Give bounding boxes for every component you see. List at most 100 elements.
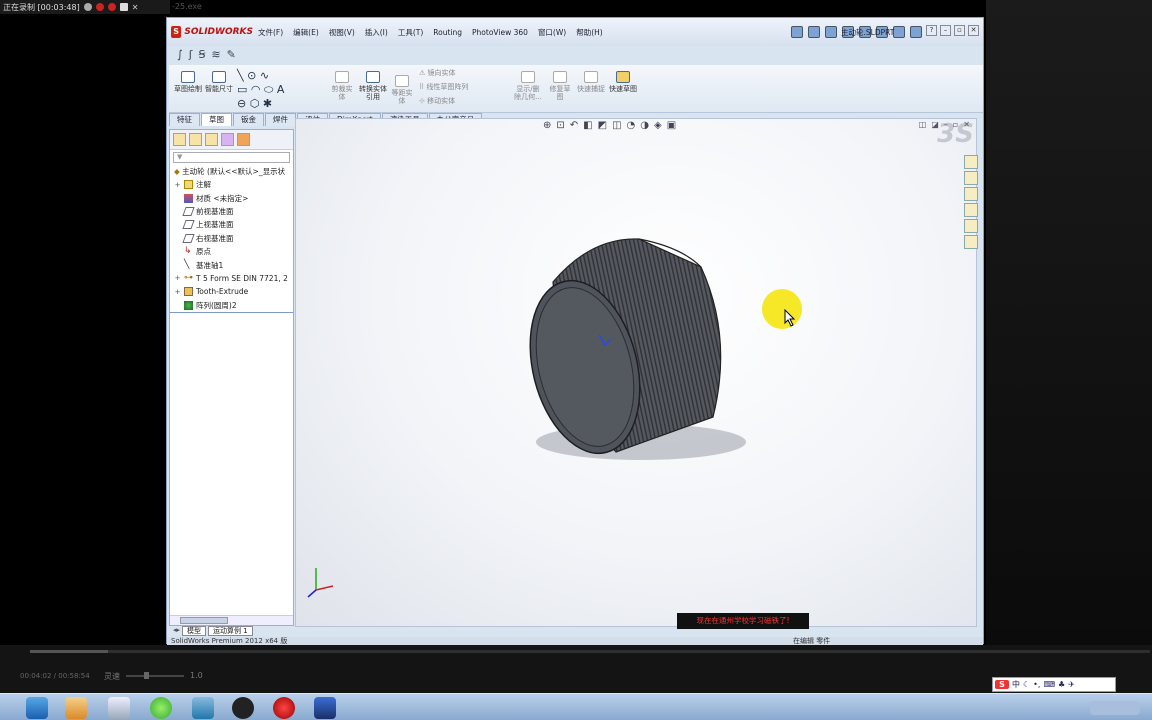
options-icon[interactable] bbox=[910, 26, 922, 38]
zoom-to-fit-icon[interactable]: ⊕ bbox=[543, 120, 551, 131]
text-icon[interactable]: A bbox=[277, 83, 285, 96]
display-relations-button[interactable]: 显示/删除几何... bbox=[513, 71, 543, 101]
tree-root[interactable]: ◆ 主动轮 (默认<<默认>_显示状 bbox=[170, 165, 293, 178]
tree-item-circular-pattern[interactable]: 阵列(圆周)2 bbox=[174, 299, 293, 312]
solidworks-task-icon[interactable] bbox=[232, 697, 254, 719]
point-icon[interactable]: ✱ bbox=[263, 97, 272, 110]
mirror-entities-button[interactable]: ⚠ 镜向实体 bbox=[419, 69, 499, 77]
tab-nav-icon[interactable]: ◂▸ bbox=[173, 626, 180, 636]
convert-entities-button[interactable]: 转换实体引用 bbox=[359, 71, 387, 101]
style-spline-icon[interactable]: ≋ bbox=[211, 48, 220, 61]
viewport-tile-icon[interactable]: ◪ bbox=[931, 120, 939, 129]
spline-icon[interactable]: ∫ bbox=[177, 48, 183, 61]
playback-track[interactable] bbox=[30, 650, 1150, 653]
tree-item-tooth-extrude[interactable]: + Tooth-Extrude bbox=[174, 285, 293, 298]
section-view-icon[interactable]: ◧ bbox=[583, 120, 592, 131]
tab-features[interactable]: 特征 bbox=[169, 113, 200, 126]
explorer-icon[interactable] bbox=[108, 697, 130, 719]
tab-sheet-metal[interactable]: 钣金 bbox=[233, 113, 264, 126]
appearance-icon[interactable]: ◑ bbox=[640, 120, 649, 131]
scroll-thumb[interactable] bbox=[180, 617, 228, 624]
sogou-icon[interactable]: S bbox=[995, 680, 1009, 689]
windows-start-icon[interactable] bbox=[26, 697, 48, 719]
trim-button[interactable]: 剪裁实体 bbox=[329, 71, 355, 101]
speed-slider-knob[interactable] bbox=[144, 672, 149, 679]
spline-draw-icon[interactable]: ∿ bbox=[260, 69, 269, 82]
design-library-icon[interactable] bbox=[964, 171, 978, 185]
menu-window[interactable]: 窗口(W) bbox=[533, 27, 571, 38]
menu-tools[interactable]: 工具(T) bbox=[393, 27, 428, 38]
close-icon[interactable]: ✕ bbox=[132, 3, 139, 12]
ellipse-icon[interactable]: ⬭ bbox=[264, 83, 273, 96]
pen-icon[interactable] bbox=[83, 3, 92, 11]
tree-item-front-plane[interactable]: 前视基准面 bbox=[174, 205, 293, 218]
film-icon[interactable] bbox=[314, 697, 336, 719]
viewport-restore-icon[interactable]: ▫ bbox=[953, 120, 958, 129]
circle-icon[interactable]: ⊙ bbox=[247, 69, 256, 82]
menu-file[interactable]: 文件(F) bbox=[253, 27, 288, 38]
custom-properties-icon[interactable] bbox=[964, 235, 978, 249]
rollback-bar[interactable] bbox=[170, 312, 293, 313]
tree-item-axis[interactable]: ╲ 基准轴1 bbox=[174, 258, 293, 271]
tab-motion-study[interactable]: 运动算例 1 bbox=[208, 626, 253, 636]
open-icon[interactable] bbox=[808, 26, 820, 38]
sketch-tool-icon[interactable]: ✎ bbox=[227, 48, 236, 61]
ime-skin-icon[interactable]: ♣ bbox=[1058, 680, 1065, 689]
rebuild-icon[interactable] bbox=[893, 26, 905, 38]
ime-settings-icon[interactable]: ✈ bbox=[1068, 680, 1075, 689]
tree-item-library-feature[interactable]: + ⊶ T 5 Form SE DIN 7721, 2 bbox=[174, 272, 293, 285]
arc-icon[interactable]: ◠ bbox=[251, 83, 261, 96]
offset-button[interactable]: 等距实体 bbox=[389, 75, 415, 105]
tab-sketch[interactable]: 草图 bbox=[201, 113, 232, 126]
view-settings-icon[interactable]: ▣ bbox=[667, 120, 676, 131]
move-entities-button[interactable]: ⊹ 移动实体 bbox=[419, 97, 499, 105]
view-palette-icon[interactable] bbox=[964, 203, 978, 217]
help-icon[interactable]: ? bbox=[926, 25, 937, 36]
feature-tree-tab-icon[interactable] bbox=[173, 133, 186, 146]
tree-filter-input[interactable]: ▼ bbox=[173, 152, 290, 163]
slot-icon[interactable]: ⊖ bbox=[237, 97, 246, 110]
sketch-button[interactable]: 草图绘制 bbox=[174, 71, 202, 93]
media-player-icon[interactable] bbox=[65, 697, 87, 719]
menu-routing[interactable]: Routing bbox=[428, 28, 467, 37]
viewport-close-icon[interactable]: ✕ bbox=[963, 120, 970, 129]
display-style-icon[interactable]: ◫ bbox=[612, 120, 621, 131]
record-icon[interactable] bbox=[95, 3, 104, 11]
rapid-sketch-button[interactable]: 快速草图 bbox=[609, 71, 637, 93]
display-tab-icon[interactable] bbox=[237, 133, 250, 146]
camera-icon[interactable] bbox=[119, 3, 128, 11]
tree-item-top-plane[interactable]: 上视基准面 bbox=[174, 218, 293, 231]
solidworks-logo[interactable]: S SOLIDWORKS bbox=[167, 26, 253, 38]
menu-photoview[interactable]: PhotoView 360 bbox=[467, 28, 533, 37]
tab-weldments[interactable]: 焊件 bbox=[265, 113, 296, 126]
ime-moon-icon[interactable]: ☾ bbox=[1023, 680, 1030, 689]
new-icon[interactable] bbox=[791, 26, 803, 38]
tree-item-origin[interactable]: ↳ 原点 bbox=[174, 245, 293, 258]
ime-punct-icon[interactable]: •, bbox=[1033, 680, 1040, 689]
appearances-icon[interactable] bbox=[964, 219, 978, 233]
configuration-tab-icon[interactable] bbox=[205, 133, 218, 146]
close-button[interactable]: ✕ bbox=[968, 25, 979, 36]
zoom-area-icon[interactable]: ⊡ bbox=[556, 120, 564, 131]
tab-model[interactable]: 模型 bbox=[182, 626, 207, 636]
view-orientation-icon[interactable]: ◩ bbox=[598, 120, 607, 131]
viewport-minimize-icon[interactable]: – bbox=[944, 120, 948, 129]
curve-icon[interactable]: ʃ bbox=[189, 48, 193, 61]
previous-view-icon[interactable]: ↶ bbox=[570, 120, 578, 131]
menu-help[interactable]: 帮助(H) bbox=[571, 27, 608, 38]
linear-pattern-button[interactable]: ⠿ 线性草图阵列 bbox=[419, 83, 499, 91]
save-icon[interactable] bbox=[825, 26, 837, 38]
ime-keyboard-icon[interactable]: ⌨ bbox=[1043, 680, 1055, 689]
scene-icon[interactable]: ◈ bbox=[654, 120, 662, 131]
tree-horizontal-scrollbar[interactable] bbox=[170, 615, 293, 625]
recorder-icon[interactable] bbox=[273, 697, 295, 719]
speed-slider[interactable] bbox=[126, 675, 184, 677]
property-manager-tab-icon[interactable] bbox=[189, 133, 202, 146]
quick-snaps-button[interactable]: 快速捕捉 bbox=[577, 71, 605, 93]
tree-item-annotations[interactable]: + 注解 bbox=[174, 178, 293, 191]
menu-edit[interactable]: 编辑(E) bbox=[288, 27, 324, 38]
tree-item-material[interactable]: 材质 <未指定> bbox=[174, 191, 293, 204]
minimize-button[interactable]: – bbox=[940, 25, 951, 36]
viewport-split-icon[interactable]: ◫ bbox=[919, 120, 927, 129]
resources-icon[interactable] bbox=[964, 155, 978, 169]
